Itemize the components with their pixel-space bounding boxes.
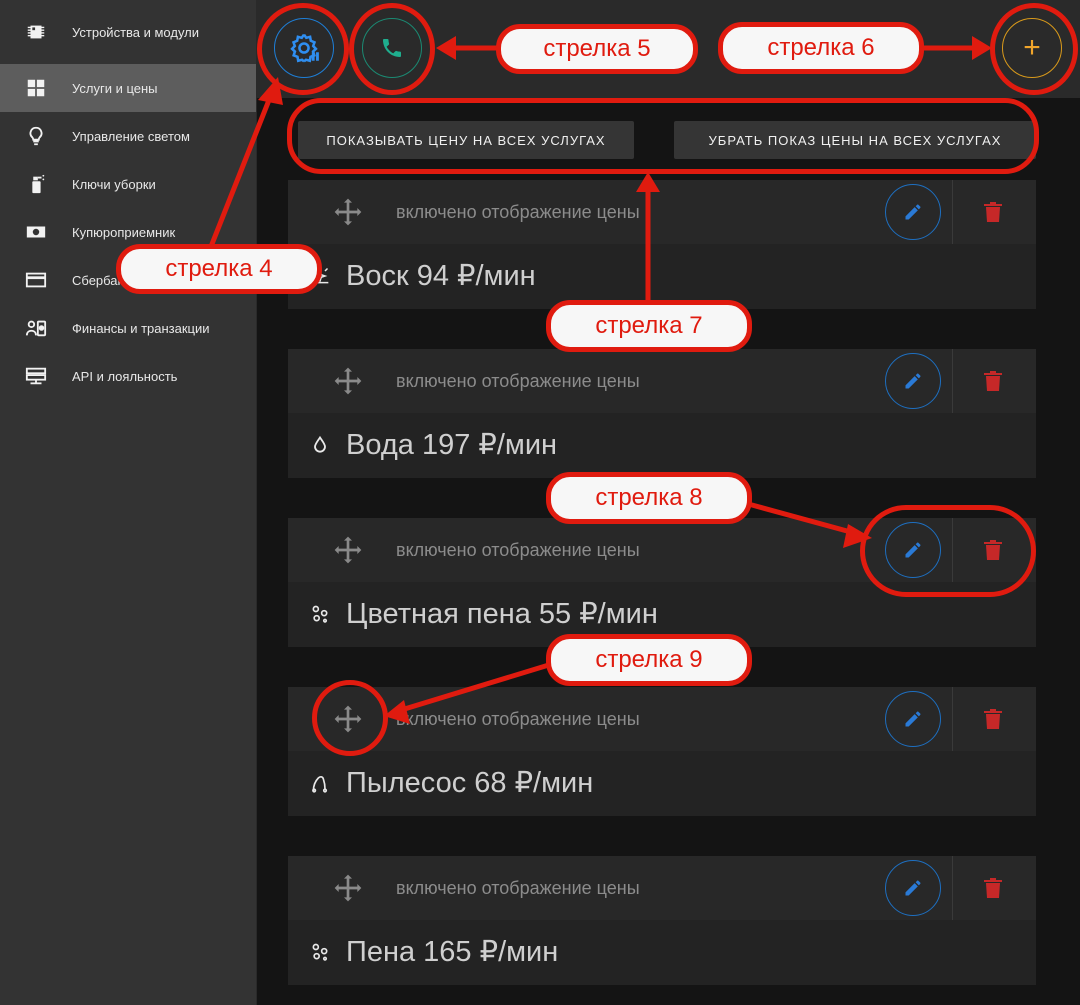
annotation-label-arrow5: стрелка 5 <box>496 24 698 74</box>
annotation-label-arrow8: стрелка 8 <box>546 472 752 524</box>
annotation-arrows <box>209 36 992 724</box>
annotation-label-arrow9: стрелка 9 <box>546 634 752 686</box>
annotation-label-arrow4: стрелка 4 <box>116 244 322 294</box>
annotation-label-arrow7: стрелка 7 <box>546 300 752 352</box>
annotation-label-arrow6: стрелка 6 <box>718 22 924 74</box>
